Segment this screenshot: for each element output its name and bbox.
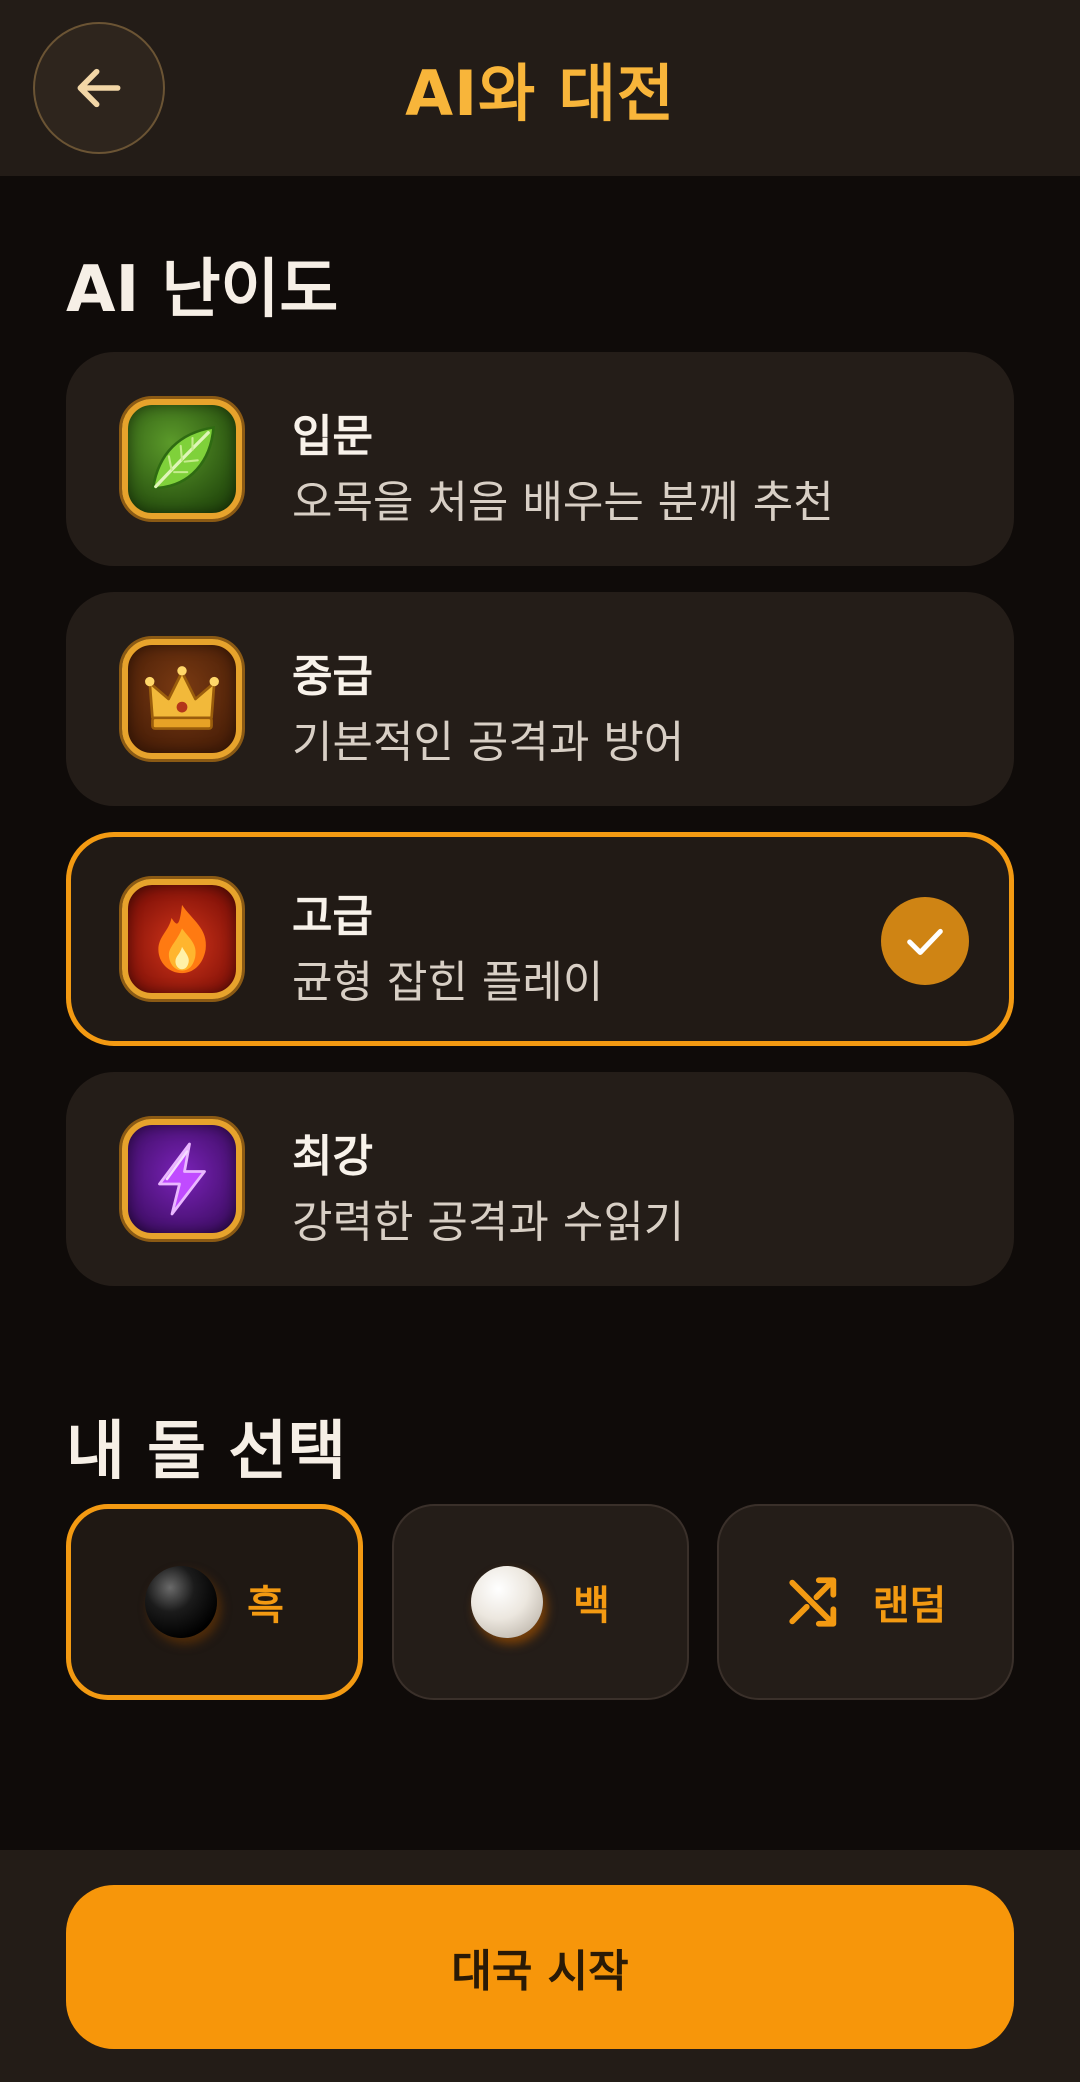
white-stone-icon [471,1566,544,1638]
difficulty-description: 오목을 처음 배우는 분께 추천 [292,477,834,528]
stone-option-label: 흑 [247,1583,284,1629]
difficulty-option-advanced[interactable]: 고급 균형 잡힌 플레이 [66,832,1014,1046]
difficulty-title: 입문 [292,411,373,462]
stone-option-white[interactable]: 백 [392,1504,689,1700]
black-stone-icon [145,1566,218,1638]
bottom-bar: 대국 시작 [0,1850,1080,2082]
stone-section-title: 내 돌 선택 [66,1415,347,1489]
stone-option-label: 백 [573,1583,610,1629]
difficulty-option-intermediate[interactable]: 중급 기본적인 공격과 방어 [66,592,1014,806]
difficulty-option-beginner[interactable]: 입문 오목을 처음 배우는 분께 추천 [66,352,1014,566]
difficulty-section-title: AI 난이도 [66,253,339,327]
check-icon [881,897,969,985]
difficulty-option-strongest[interactable]: 최강 강력한 공격과 수읽기 [66,1072,1014,1286]
difficulty-description: 강력한 공격과 수읽기 [292,1197,685,1248]
difficulty-title: 최강 [292,1131,373,1182]
page-title: AI와 대전 [405,57,675,130]
crown-icon [122,639,242,759]
shuffle-icon [789,1577,836,1627]
difficulty-description: 균형 잡힌 플레이 [292,957,604,1008]
lightning-icon [122,1119,242,1239]
difficulty-title: 중급 [292,651,373,702]
flame-icon [122,879,242,999]
difficulty-description: 기본적인 공격과 방어 [292,717,685,768]
stone-option-black[interactable]: 흑 [66,1504,363,1700]
top-bar: AI와 대전 [0,0,1080,176]
difficulty-title: 고급 [292,891,373,942]
start-game-button[interactable]: 대국 시작 [66,1885,1014,2049]
stone-option-label: 랜덤 [872,1583,947,1629]
stone-option-random[interactable]: 랜덤 [717,1504,1014,1700]
leaf-icon [122,399,242,519]
